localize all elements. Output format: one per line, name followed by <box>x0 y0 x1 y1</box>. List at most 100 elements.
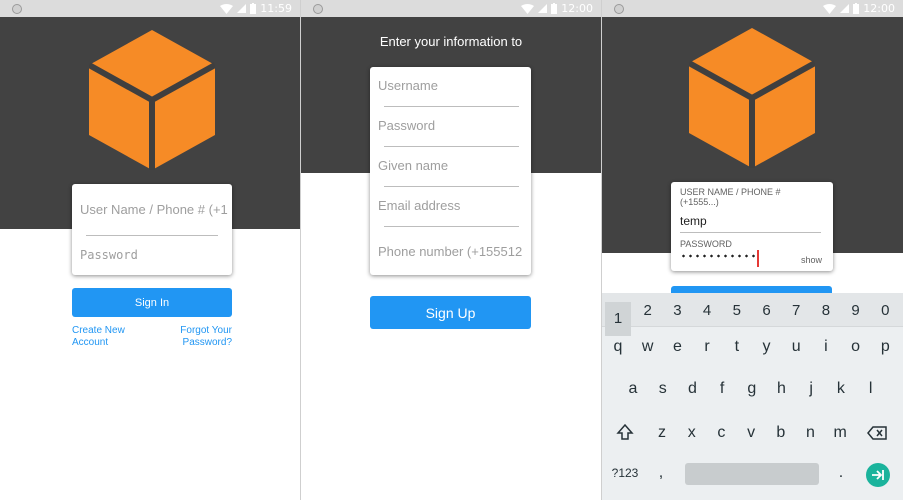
key-x[interactable]: x <box>679 424 705 442</box>
username-label-line2: (+1555...) <box>680 197 719 207</box>
signup-heading: Enter your information to <box>379 34 523 49</box>
status-time: 12:00 <box>863 2 895 15</box>
battery-icon <box>551 3 558 14</box>
status-bar: 12:00 <box>301 0 601 17</box>
create-account-link[interactable]: Create New Account <box>72 325 125 349</box>
signup-card: Username Password Given name Email addre… <box>370 67 531 275</box>
notification-icon <box>12 4 22 14</box>
signal-icon <box>237 4 247 13</box>
signal-icon <box>538 4 548 13</box>
period-key[interactable]: . <box>828 464 854 482</box>
shift-icon[interactable] <box>616 423 634 441</box>
key-y[interactable]: y <box>754 338 780 356</box>
key-c[interactable]: c <box>708 424 734 442</box>
comma-key[interactable]: , <box>648 464 674 482</box>
sign-in-button[interactable]: Sign In <box>72 288 232 317</box>
login-card: USER NAME / PHONE # (+1555...) temp PASS… <box>671 182 833 271</box>
field-divider <box>384 186 519 187</box>
forgot-password-link[interactable]: Forgot Your Password? <box>180 325 232 349</box>
field-divider <box>86 235 218 236</box>
username-input[interactable]: User Name / Phone # (+1 <box>80 202 228 217</box>
username-label-line1: USER NAME / PHONE # <box>680 187 781 197</box>
key-v[interactable]: v <box>738 424 764 442</box>
key-u[interactable]: u <box>783 338 809 356</box>
enter-key[interactable] <box>866 463 890 487</box>
forgot-password-line1: Forgot Your <box>180 325 232 336</box>
key-0[interactable]: 0 <box>872 302 898 319</box>
key-3[interactable]: 3 <box>664 302 690 319</box>
login-keyboard-screen: 12:00 USER NAME / PHONE # (+1555...) tem… <box>602 0 903 500</box>
key-o[interactable]: o <box>843 338 869 356</box>
status-time: 11:59 <box>260 2 292 15</box>
key-w[interactable]: w <box>635 338 661 356</box>
key-8[interactable]: 8 <box>813 302 839 319</box>
key-f[interactable]: f <box>709 380 735 398</box>
field-divider <box>384 226 519 227</box>
field-divider <box>384 146 519 147</box>
password-field[interactable]: Password <box>378 118 528 133</box>
key-2[interactable]: 2 <box>635 302 661 319</box>
password-input[interactable]: Password <box>80 248 138 262</box>
key-a[interactable]: a <box>620 380 646 398</box>
given-name-field[interactable]: Given name <box>378 158 528 173</box>
key-k[interactable]: k <box>828 380 854 398</box>
login-screen: 11:59 User Name / Phone # (+1 Password S… <box>0 0 300 500</box>
key-b[interactable]: b <box>768 424 794 442</box>
key-l[interactable]: l <box>858 380 884 398</box>
symbols-key[interactable]: ?123 <box>608 466 642 480</box>
signal-icon <box>840 4 850 13</box>
signup-screen: 12:00 Enter your information to Username… <box>301 0 601 500</box>
field-divider <box>384 106 519 107</box>
status-bar: 11:59 <box>0 0 300 17</box>
forgot-password-line2: Password? <box>182 337 232 348</box>
key-h[interactable]: h <box>769 380 795 398</box>
key-p[interactable]: p <box>872 338 898 356</box>
key-4[interactable]: 4 <box>694 302 720 319</box>
phone-field[interactable]: Phone number (+155512 <box>378 244 528 259</box>
key-j[interactable]: j <box>798 380 824 398</box>
key-q[interactable]: q <box>605 338 631 356</box>
wifi-icon <box>823 3 837 14</box>
status-bar: 12:00 <box>602 0 903 17</box>
key-1[interactable]: 1 <box>605 302 631 336</box>
username-label: USER NAME / PHONE # (+1555...) <box>680 187 781 207</box>
username-input[interactable]: temp <box>680 214 707 228</box>
wifi-icon <box>220 3 234 14</box>
key-s[interactable]: s <box>650 380 676 398</box>
field-divider <box>680 232 821 233</box>
password-input[interactable] <box>680 253 758 259</box>
enter-arrow-icon <box>872 470 884 480</box>
backspace-icon[interactable] <box>867 426 887 440</box>
notification-icon <box>614 4 624 14</box>
key-5[interactable]: 5 <box>724 302 750 319</box>
spacebar[interactable] <box>685 463 819 485</box>
key-z[interactable]: z <box>649 424 675 442</box>
key-n[interactable]: n <box>798 424 824 442</box>
key-m[interactable]: m <box>827 424 853 442</box>
key-r[interactable]: r <box>694 338 720 356</box>
login-card: User Name / Phone # (+1 Password <box>72 184 232 275</box>
status-time: 12:00 <box>561 2 593 15</box>
username-field[interactable]: Username <box>378 78 528 93</box>
text-cursor <box>757 250 759 267</box>
password-label: PASSWORD <box>680 239 732 249</box>
cube-logo-icon <box>689 28 815 168</box>
key-g[interactable]: g <box>739 380 765 398</box>
cube-logo-icon <box>89 30 215 170</box>
email-field[interactable]: Email address <box>378 198 528 213</box>
key-i[interactable]: i <box>813 338 839 356</box>
show-password-toggle[interactable]: show <box>801 255 822 265</box>
battery-icon <box>250 3 257 14</box>
notification-icon <box>313 4 323 14</box>
key-9[interactable]: 9 <box>843 302 869 319</box>
key-7[interactable]: 7 <box>783 302 809 319</box>
key-d[interactable]: d <box>679 380 705 398</box>
key-e[interactable]: e <box>664 338 690 356</box>
battery-icon <box>853 3 860 14</box>
create-account-line1: Create New <box>72 325 125 336</box>
key-t[interactable]: t <box>724 338 750 356</box>
sign-up-button[interactable]: Sign Up <box>370 296 531 329</box>
create-account-line2: Account <box>72 337 109 348</box>
key-6[interactable]: 6 <box>754 302 780 319</box>
soft-keyboard: 1234567890 qwertyuiop asdfghjkl zxcvbnm ?12… <box>602 293 903 500</box>
